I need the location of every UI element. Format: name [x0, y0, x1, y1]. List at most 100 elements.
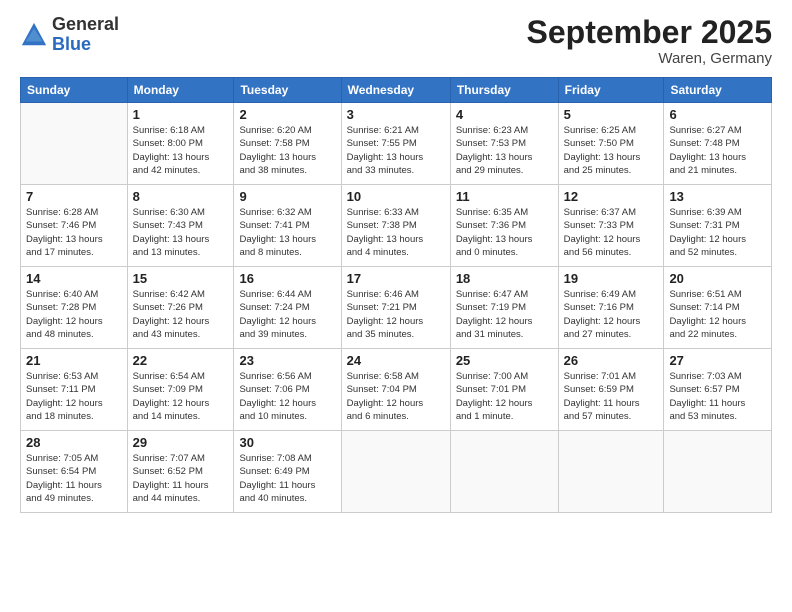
day-info: Sunrise: 6:21 AMSunset: 7:55 PMDaylight:… [347, 124, 445, 177]
title-block: September 2025 Waren, Germany [527, 15, 772, 67]
cell-w3-d4: 17Sunrise: 6:46 AMSunset: 7:21 PMDayligh… [341, 267, 450, 349]
day-info: Sunrise: 6:20 AMSunset: 7:58 PMDaylight:… [239, 124, 335, 177]
cell-w4-d7: 27 Sunrise: 7:03 AMSunset: 6:57 PMDayligh… [664, 349, 772, 431]
cell-w5-d2: 29 Sunrise: 7:07 AMSunset: 6:52 PMDayligh… [127, 431, 234, 513]
logo: General Blue [20, 15, 119, 55]
day-number: 9 [239, 189, 335, 204]
cell-w2-d5: 11Sunrise: 6:35 AMSunset: 7:36 PMDayligh… [450, 185, 558, 267]
day-info: Sunrise: 6:40 AMSunset: 7:28 PMDaylight:… [26, 288, 122, 341]
week-row-2: 7 Sunrise: 6:28 AMSunset: 7:46 PMDaylight… [21, 185, 772, 267]
day-info: Sunrise: 7:00 AMSunset: 7:01 PMDaylight:… [456, 370, 553, 423]
cell-w5-d1: 28Sunrise: 7:05 AMSunset: 6:54 PMDayligh… [21, 431, 128, 513]
day-info: Sunrise: 6:56 AMSunset: 7:06 PMDaylight:… [239, 370, 335, 423]
cell-w2-d2: 8 Sunrise: 6:30 AMSunset: 7:43 PMDaylight… [127, 185, 234, 267]
day-info: Sunrise: 7:03 AMSunset: 6:57 PMDaylight:… [669, 370, 766, 423]
day-info: Sunrise: 6:33 AMSunset: 7:38 PMDaylight:… [347, 206, 445, 259]
cell-w4-d3: 23Sunrise: 6:56 AMSunset: 7:06 PMDayligh… [234, 349, 341, 431]
location: Waren, Germany [527, 50, 772, 67]
cell-w4-d1: 21 Sunrise: 6:53 AMSunset: 7:11 PMDayligh… [21, 349, 128, 431]
day-number: 25 [456, 353, 553, 368]
day-number: 17 [347, 271, 445, 286]
day-number: 5 [564, 107, 659, 122]
calendar-table: Sunday Monday Tuesday Wednesday Thursday… [20, 77, 772, 513]
cell-w4-d5: 25 Sunrise: 7:00 AMSunset: 7:01 PMDayligh… [450, 349, 558, 431]
cell-w1-d5: 4Sunrise: 6:23 AMSunset: 7:53 PMDaylight… [450, 103, 558, 185]
day-info: Sunrise: 6:44 AMSunset: 7:24 PMDaylight:… [239, 288, 335, 341]
day-number: 8 [133, 189, 229, 204]
day-info: Sunrise: 6:32 AMSunset: 7:41 PMDaylight:… [239, 206, 335, 259]
logo-icon [20, 21, 48, 49]
day-number: 4 [456, 107, 553, 122]
day-number: 20 [669, 271, 766, 286]
cell-w1-d6: 5 Sunrise: 6:25 AMSunset: 7:50 PMDaylight… [558, 103, 664, 185]
day-info: Sunrise: 6:28 AMSunset: 7:46 PMDaylight:… [26, 206, 122, 259]
week-row-3: 14 Sunrise: 6:40 AMSunset: 7:28 PMDayligh… [21, 267, 772, 349]
day-info: Sunrise: 7:08 AMSunset: 6:49 PMDaylight:… [239, 452, 335, 505]
day-number: 3 [347, 107, 445, 122]
day-info: Sunrise: 7:01 AMSunset: 6:59 PMDaylight:… [564, 370, 659, 423]
cell-w1-d4: 3 Sunrise: 6:21 AMSunset: 7:55 PMDaylight… [341, 103, 450, 185]
day-info: Sunrise: 7:05 AMSunset: 6:54 PMDaylight:… [26, 452, 122, 505]
day-number: 30 [239, 435, 335, 450]
cell-w5-d7 [664, 431, 772, 513]
calendar-body: 1 Sunrise: 6:18 AMSunset: 8:00 PMDaylight… [21, 103, 772, 513]
col-monday: Monday [127, 78, 234, 103]
cell-w3-d1: 14 Sunrise: 6:40 AMSunset: 7:28 PMDayligh… [21, 267, 128, 349]
day-number: 6 [669, 107, 766, 122]
page: General Blue September 2025 Waren, Germa… [0, 0, 792, 612]
cell-w5-d3: 30 Sunrise: 7:08 AMSunset: 6:49 PMDayligh… [234, 431, 341, 513]
day-number: 7 [26, 189, 122, 204]
day-info: Sunrise: 6:30 AMSunset: 7:43 PMDaylight:… [133, 206, 229, 259]
cell-w3-d7: 20 Sunrise: 6:51 AMSunset: 7:14 PMDayligh… [664, 267, 772, 349]
day-number: 2 [239, 107, 335, 122]
day-number: 14 [26, 271, 122, 286]
cell-w2-d6: 12Sunrise: 6:37 AMSunset: 7:33 PMDayligh… [558, 185, 664, 267]
cell-w1-d7: 6 Sunrise: 6:27 AMSunset: 7:48 PMDaylight… [664, 103, 772, 185]
cell-w2-d7: 13Sunrise: 6:39 AMSunset: 7:31 PMDayligh… [664, 185, 772, 267]
cell-w4-d6: 26 Sunrise: 7:01 AMSunset: 6:59 PMDayligh… [558, 349, 664, 431]
day-info: Sunrise: 6:58 AMSunset: 7:04 PMDaylight:… [347, 370, 445, 423]
header: General Blue September 2025 Waren, Germa… [20, 15, 772, 67]
cell-w3-d2: 15Sunrise: 6:42 AMSunset: 7:26 PMDayligh… [127, 267, 234, 349]
day-number: 1 [133, 107, 229, 122]
col-sunday: Sunday [21, 78, 128, 103]
day-number: 16 [239, 271, 335, 286]
cell-w3-d5: 18Sunrise: 6:47 AMSunset: 7:19 PMDayligh… [450, 267, 558, 349]
cell-w1-d3: 2 Sunrise: 6:20 AMSunset: 7:58 PMDaylight… [234, 103, 341, 185]
col-wednesday: Wednesday [341, 78, 450, 103]
day-info: Sunrise: 6:54 AMSunset: 7:09 PMDaylight:… [133, 370, 229, 423]
logo-text: General Blue [52, 15, 119, 55]
day-info: Sunrise: 6:27 AMSunset: 7:48 PMDaylight:… [669, 124, 766, 177]
cell-w1-d2: 1 Sunrise: 6:18 AMSunset: 8:00 PMDaylight… [127, 103, 234, 185]
day-number: 29 [133, 435, 229, 450]
logo-general-text: General [52, 14, 119, 34]
day-info: Sunrise: 6:25 AMSunset: 7:50 PMDaylight:… [564, 124, 659, 177]
cell-w1-d1 [21, 103, 128, 185]
cell-w5-d5 [450, 431, 558, 513]
day-info: Sunrise: 6:42 AMSunset: 7:26 PMDaylight:… [133, 288, 229, 341]
day-number: 24 [347, 353, 445, 368]
week-row-4: 21 Sunrise: 6:53 AMSunset: 7:11 PMDayligh… [21, 349, 772, 431]
day-info: Sunrise: 7:07 AMSunset: 6:52 PMDaylight:… [133, 452, 229, 505]
day-info: Sunrise: 6:51 AMSunset: 7:14 PMDaylight:… [669, 288, 766, 341]
col-tuesday: Tuesday [234, 78, 341, 103]
day-number: 18 [456, 271, 553, 286]
week-row-5: 28Sunrise: 7:05 AMSunset: 6:54 PMDayligh… [21, 431, 772, 513]
day-number: 22 [133, 353, 229, 368]
day-number: 26 [564, 353, 659, 368]
cell-w3-d6: 19Sunrise: 6:49 AMSunset: 7:16 PMDayligh… [558, 267, 664, 349]
cell-w3-d3: 16 Sunrise: 6:44 AMSunset: 7:24 PMDayligh… [234, 267, 341, 349]
logo-blue-text: Blue [52, 34, 91, 54]
cell-w5-d6 [558, 431, 664, 513]
day-number: 13 [669, 189, 766, 204]
calendar-header-row: Sunday Monday Tuesday Wednesday Thursday… [21, 78, 772, 103]
col-saturday: Saturday [664, 78, 772, 103]
day-number: 19 [564, 271, 659, 286]
day-info: Sunrise: 6:18 AMSunset: 8:00 PMDaylight:… [133, 124, 229, 177]
cell-w2-d1: 7 Sunrise: 6:28 AMSunset: 7:46 PMDaylight… [21, 185, 128, 267]
cell-w4-d2: 22 Sunrise: 6:54 AMSunset: 7:09 PMDayligh… [127, 349, 234, 431]
day-number: 21 [26, 353, 122, 368]
cell-w2-d4: 10Sunrise: 6:33 AMSunset: 7:38 PMDayligh… [341, 185, 450, 267]
day-number: 27 [669, 353, 766, 368]
day-info: Sunrise: 6:53 AMSunset: 7:11 PMDaylight:… [26, 370, 122, 423]
